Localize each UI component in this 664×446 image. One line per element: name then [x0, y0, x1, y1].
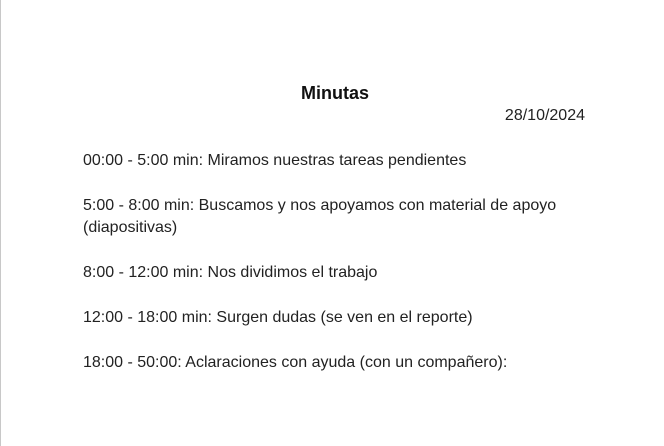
minutes-entry: 00:00 - 5:00 min: Miramos nuestras tarea… [83, 152, 467, 169]
minutes-entry: 12:00 - 18:00 min: Surgen dudas (se ven … [83, 309, 473, 326]
minutes-list: 00:00 - 5:00 min: Miramos nuestras tarea… [83, 150, 593, 397]
minutes-entry: 8:00 - 12:00 min: Nos dividimos el traba… [83, 264, 378, 281]
document-date: 28/10/2024 [504, 107, 585, 124]
minutes-entry: 5:00 - 8:00 min: Buscamos y nos apoyamos… [83, 197, 557, 236]
document-page: Minutas 28/10/2024 00:00 - 5:00 min: Mir… [0, 0, 663, 446]
document-title: Minutas [300, 83, 369, 103]
minutes-entry: 18:00 - 50:00: Aclaraciones con ayuda (c… [83, 354, 508, 371]
